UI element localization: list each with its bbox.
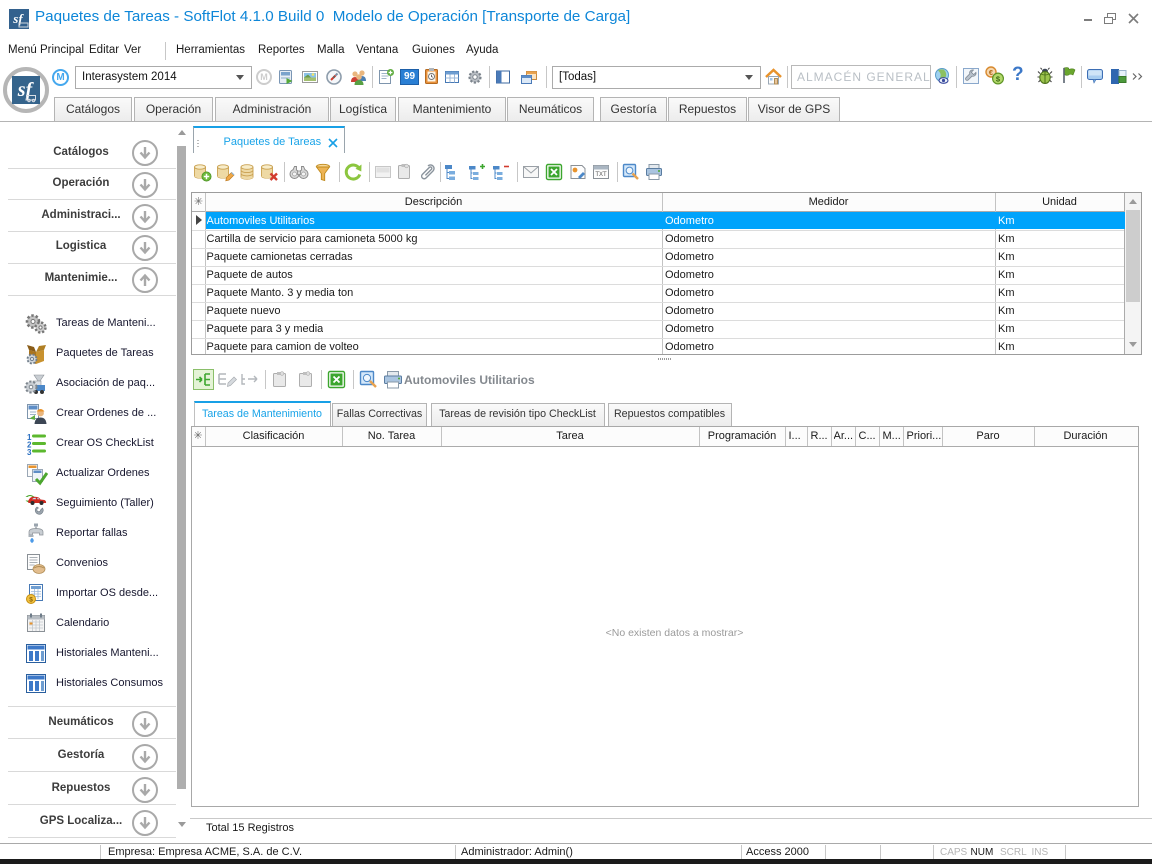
svg-text:$: $ — [29, 597, 33, 604]
svg-text:sf: sf — [12, 11, 24, 26]
svg-text:sf: sf — [17, 79, 35, 101]
svg-text:3: 3 — [27, 448, 32, 456]
svg-text:TXT: TXT — [595, 172, 607, 178]
